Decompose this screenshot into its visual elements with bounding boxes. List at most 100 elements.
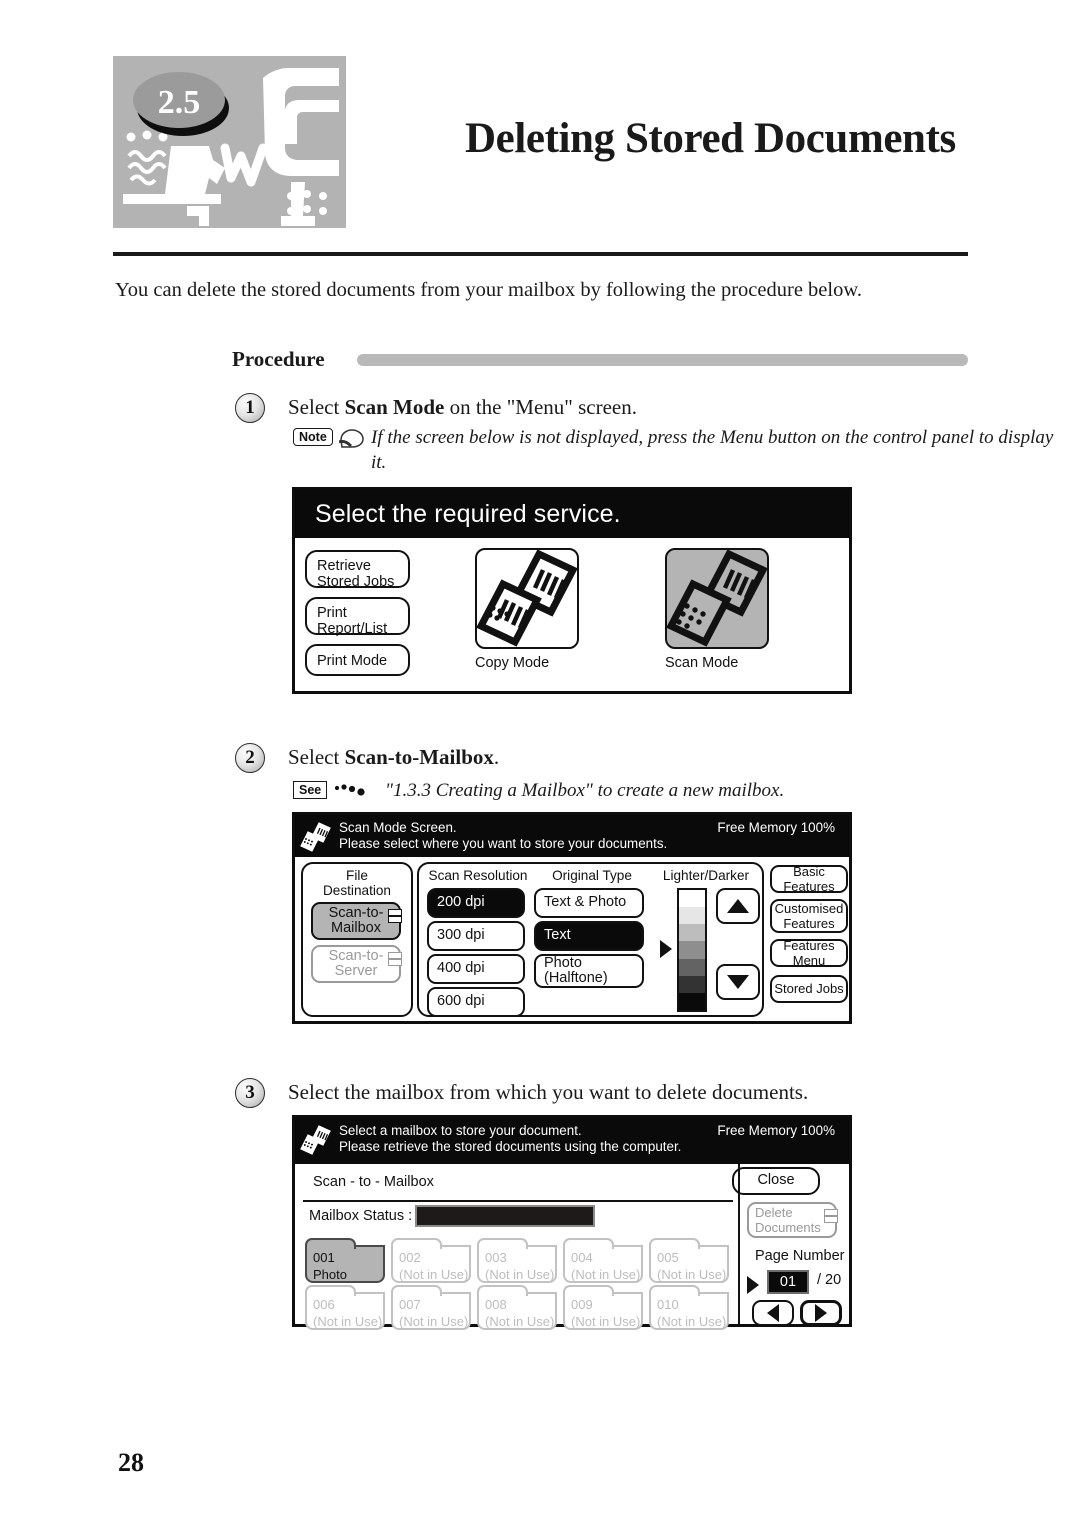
- mailbox-item-001[interactable]: 001 Photo: [305, 1238, 385, 1283]
- button-original-text-and-photo[interactable]: Text & Photo: [534, 888, 644, 918]
- mailbox-003-status: (Not in Use): [485, 1267, 555, 1282]
- file-destination-group: File Destination Scan-to- Mailbox Scan-t…: [301, 862, 413, 1017]
- button-retrieve-stored-jobs-line1: Retrieve: [317, 558, 371, 574]
- mailbox-item-003[interactable]: 003 (Not in Use): [477, 1238, 557, 1283]
- step-1-number: 1: [235, 393, 265, 423]
- button-page-next[interactable]: [800, 1300, 842, 1326]
- button-close[interactable]: Close: [732, 1167, 820, 1195]
- button-scan-to-mailbox[interactable]: Scan-to- Mailbox: [311, 902, 402, 940]
- button-basic-features[interactable]: Basic Features: [770, 864, 848, 894]
- button-print-report-list[interactable]: Print Report/List: [305, 597, 410, 637]
- lcd-screen-scan-mode[interactable]: Scan Mode Screen. Please select where yo…: [292, 812, 852, 1024]
- page-number-field[interactable]: 01: [767, 1270, 809, 1294]
- button-delete-documents[interactable]: Delete Documents: [747, 1202, 838, 1238]
- button-customised-features-line2: Features: [783, 916, 835, 931]
- mailbox-005-status: (Not in Use): [657, 1267, 727, 1282]
- button-original-photo-halftone[interactable]: Photo (Halftone): [534, 954, 644, 988]
- mailbox-item-009[interactable]: 009 (Not in Use): [563, 1285, 643, 1330]
- screen2-free-memory: Free Memory 100%: [717, 820, 835, 835]
- density-level-3: [679, 924, 705, 942]
- section-number-text: 2.5: [158, 84, 201, 121]
- mailbox-item-007[interactable]: 007 (Not in Use): [391, 1285, 471, 1330]
- button-resolution-400dpi[interactable]: 400 dpi: [427, 954, 525, 984]
- step-3-text: Select the mailbox from which you want t…: [288, 1080, 809, 1104]
- button-retrieve-stored-jobs[interactable]: Retrieve Stored Jobs: [305, 550, 410, 590]
- step-2-number: 2: [235, 743, 265, 773]
- procedure-heading: Procedure: [232, 347, 968, 373]
- header-divider: [113, 252, 968, 256]
- mailbox-004-status: (Not in Use): [571, 1267, 641, 1282]
- button-print-mode[interactable]: Print Mode: [305, 644, 410, 676]
- mailbox-002-status: (Not in Use): [399, 1267, 469, 1282]
- button-original-text[interactable]: Text: [534, 921, 644, 951]
- mailbox-status-label: Mailbox Status :: [309, 1208, 413, 1224]
- step-2-text-before: Select: [288, 745, 345, 769]
- screen3-header-line1: Select a mailbox to store your document.: [339, 1123, 582, 1138]
- button-resolution-300dpi[interactable]: 300 dpi: [427, 921, 525, 951]
- see-badge: See: [293, 781, 328, 799]
- scan-resolution-title: Scan Resolution: [428, 868, 528, 883]
- button-features-menu[interactable]: Features Menu: [770, 938, 848, 968]
- screen1-titlebar: Select the required service.: [295, 490, 849, 538]
- mailbox-item-006[interactable]: 006 (Not in Use): [305, 1285, 385, 1330]
- dots-icon: [333, 781, 367, 804]
- mailbox-item-008[interactable]: 008 (Not in Use): [477, 1285, 557, 1330]
- scan-mode-caption: Scan Mode: [665, 655, 739, 671]
- triangle-down-icon: [727, 975, 749, 989]
- section-illustration: 2.5: [113, 56, 346, 228]
- scanner-icon: [299, 820, 333, 854]
- density-gradient-scale[interactable]: [677, 888, 707, 1012]
- triangle-up-icon: [727, 899, 749, 913]
- button-scan-to-server[interactable]: Scan-to- Server: [311, 945, 402, 983]
- mailbox-status-bar: [415, 1205, 595, 1227]
- density-level-1: [679, 890, 705, 908]
- screen3-body: Scan - to - Mailbox Close Mailbox Status…: [295, 1164, 849, 1330]
- button-resolution-600dpi[interactable]: 600 dpi: [427, 987, 525, 1017]
- step-2-text-after: .: [493, 745, 500, 769]
- mailbox-item-010[interactable]: 010 (Not in Use): [649, 1285, 729, 1330]
- mailbox-006-status: (Not in Use): [313, 1314, 383, 1329]
- button-density-up[interactable]: [716, 888, 760, 924]
- mailbox-001-status: Photo: [313, 1267, 347, 1282]
- button-scan-to-mailbox-line1: Scan-to-: [328, 904, 384, 921]
- lcd-screen-select-service[interactable]: Select the required service. Retrieve St…: [292, 487, 852, 694]
- right-panel-divider: [738, 1164, 740, 1324]
- file-destination-title-line1: File: [346, 868, 368, 883]
- screen2-titlebar: Scan Mode Screen. Please select where yo…: [295, 815, 849, 857]
- mailbox-tab-icon: [388, 909, 402, 923]
- mailbox-item-004[interactable]: 004 (Not in Use): [563, 1238, 643, 1283]
- note-text: If the screen below is not displayed, pr…: [371, 427, 1054, 474]
- intro-paragraph: You can delete the stored documents from…: [115, 279, 862, 301]
- speech-bubble-icon: [338, 428, 365, 453]
- button-customised-features[interactable]: Customised Features: [770, 899, 848, 933]
- lcd-screen-mailbox-list[interactable]: Select a mailbox to store your document.…: [292, 1115, 852, 1330]
- density-level-7: [679, 992, 705, 1010]
- button-density-down[interactable]: [716, 964, 760, 1000]
- file-destination-title: File Destination: [303, 868, 411, 898]
- page-header: 2.5 Deleting Stored Documents: [113, 56, 968, 236]
- documents-icon: [477, 550, 577, 647]
- button-page-previous[interactable]: [752, 1300, 794, 1326]
- mailbox-002-number: 002: [399, 1250, 421, 1265]
- button-delete-documents-line1: Delete: [755, 1204, 793, 1220]
- mailbox-008-status: (Not in Use): [485, 1314, 555, 1329]
- step-1-text-before: Select: [288, 395, 345, 419]
- button-original-photo-halftone-line2: (Halftone): [544, 970, 608, 986]
- density-level-5: [679, 958, 705, 976]
- mailbox-010-number: 010: [657, 1297, 679, 1312]
- triangle-left-icon: [767, 1304, 779, 1322]
- mailbox-item-002[interactable]: 002 (Not in Use): [391, 1238, 471, 1283]
- density-pointer-icon: [660, 940, 672, 958]
- scan-mode-icon-button[interactable]: [665, 548, 769, 649]
- mailbox-item-005[interactable]: 005 (Not in Use): [649, 1238, 729, 1283]
- mailbox-009-status: (Not in Use): [571, 1314, 641, 1329]
- page-total-label: / 20: [817, 1272, 842, 1288]
- copy-mode-icon-button[interactable]: [475, 548, 579, 649]
- tab-divider: [303, 1200, 733, 1202]
- mailbox-009-number: 009: [571, 1297, 593, 1312]
- mailbox-007-status: (Not in Use): [399, 1314, 469, 1329]
- button-resolution-200dpi[interactable]: 200 dpi: [427, 888, 525, 918]
- mailbox-003-number: 003: [485, 1250, 507, 1265]
- button-stored-jobs[interactable]: Stored Jobs: [770, 975, 848, 1003]
- triangle-right-icon: [815, 1304, 827, 1322]
